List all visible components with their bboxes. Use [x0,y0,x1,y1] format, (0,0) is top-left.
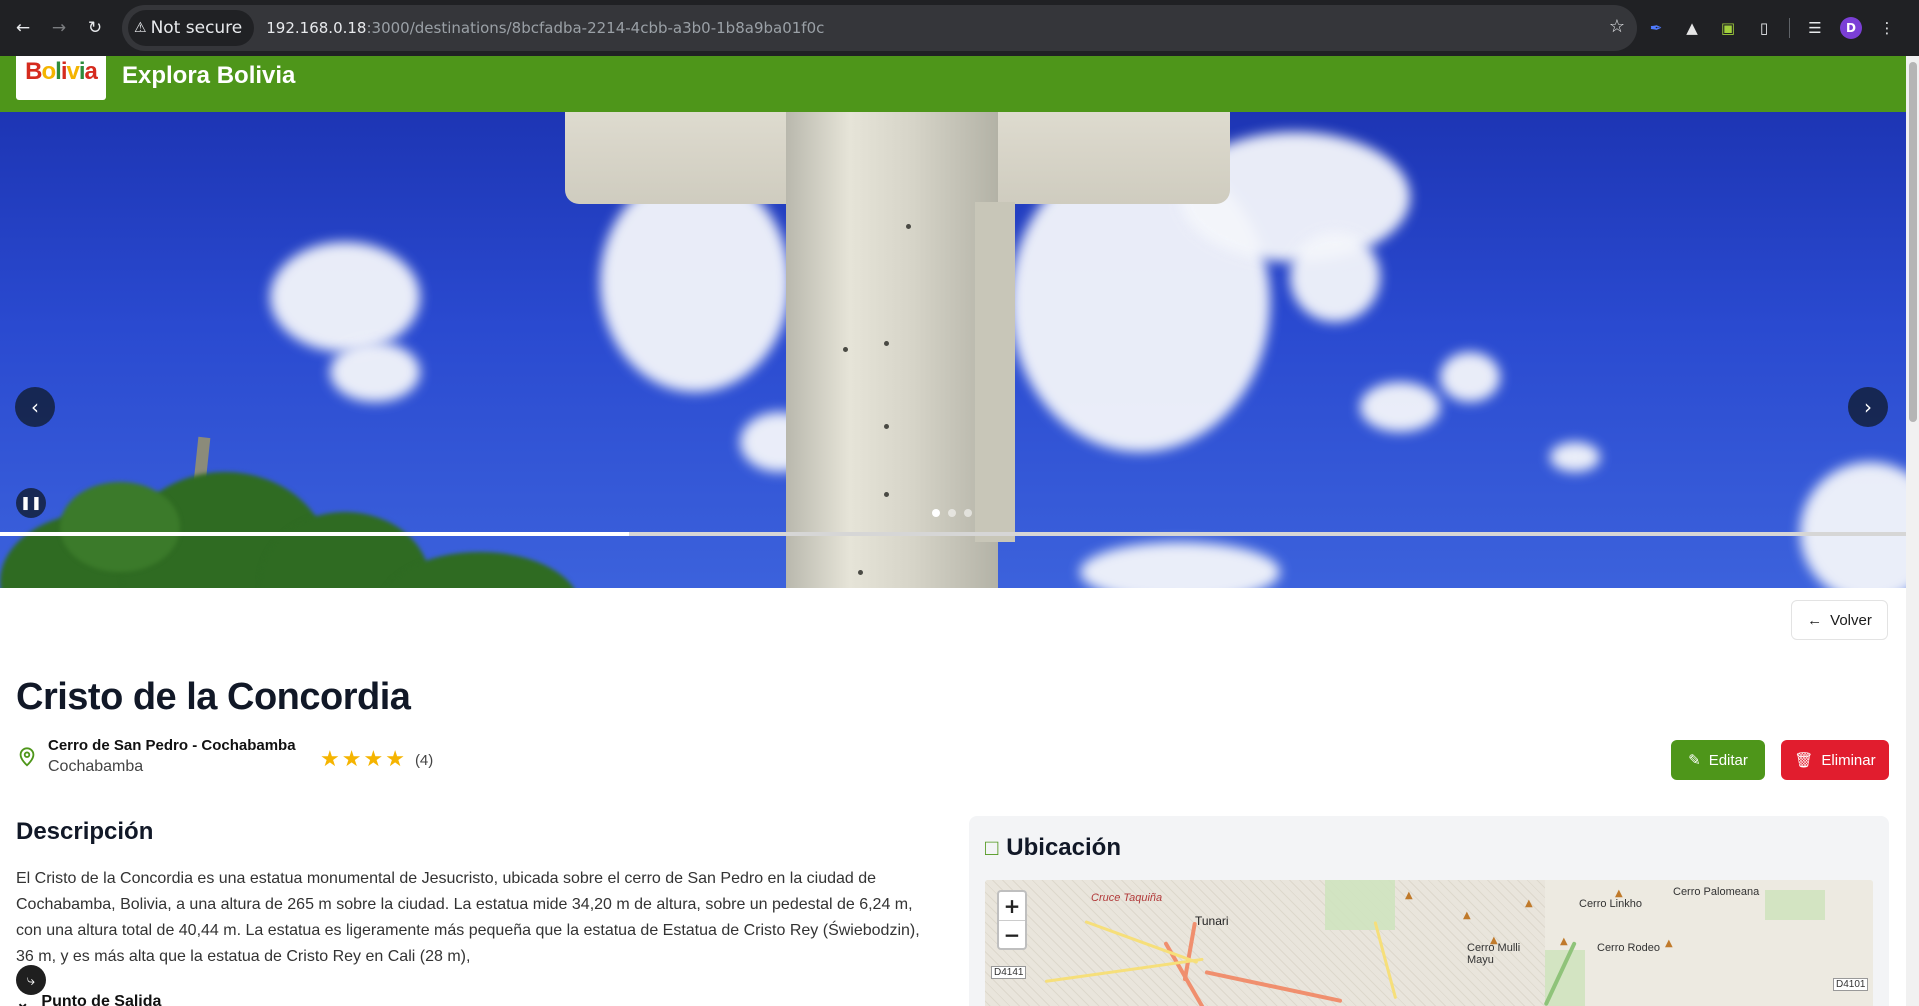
map-pin-icon [19,746,35,766]
location-card-title: □ Ubicación [985,834,1121,862]
map-zoom-control: + − [997,890,1027,950]
menu-kebab-icon[interactable]: ⋮ [1876,17,1898,39]
security-chip[interactable]: ⚠ Not secure [128,10,255,46]
puzzle-extensions-icon[interactable]: ▯ [1753,17,1775,39]
edit-icon: ✎ [1688,752,1701,769]
bolivia-logo[interactable]: Bolivia [16,56,106,100]
lightning-icon: ⤷ [26,971,36,989]
page-title: Cristo de la Concordia [16,676,411,718]
arrow-left-icon: ← [1807,611,1823,629]
browser-toolbar: ← → ↻ ⚠ Not secure 192.168.0.18:3000/des… [0,0,1919,56]
media-control-icon[interactable]: ☰ [1804,17,1826,39]
carousel-prev-button[interactable]: ‹ [15,387,55,427]
chevron-right-icon: › [1864,395,1872,419]
carousel-dot-2[interactable] [948,509,956,517]
site-title[interactable]: Explora Bolivia [122,62,295,90]
rating-count: (4) [414,751,434,769]
star-icon: ★ [320,747,340,772]
carousel-dot-3[interactable] [964,509,972,517]
carousel-pause-button[interactable]: ❚❚ [16,488,46,518]
map-label-linkho: Cerro Linkho [1579,898,1642,910]
map-label-tunari: Tunari [1195,914,1229,928]
location-place: Cerro de San Pedro - Cochabamba [48,737,296,754]
location-texts: Cerro de San Pedro - Cochabamba Cochabam… [48,737,296,776]
forward-nav-icon[interactable]: → [46,15,72,41]
rating: ★ ★ ★ ★ (4) [320,749,433,771]
star-icon: ★ [341,747,362,772]
description-text: El Cristo de la Concordia es una estatua… [16,870,920,965]
url-host: 192.168.0.18 [266,19,367,37]
edit-button[interactable]: ✎ Editar [1671,740,1765,780]
location-map[interactable]: Cruce Taquiña Tunari Cerro Linkho Cerro … [985,880,1873,1006]
carousel-dots [932,509,972,517]
map-label-rodeo: Cerro Rodeo [1597,942,1660,954]
scrollbar-thumb[interactable] [1909,62,1917,422]
location-card: □ Ubicación Cruce Taquiña Tunari Cerro L… [969,816,1889,1006]
zoom-in-button[interactable]: + [999,892,1025,920]
chevron-icon: ⌄ [16,995,30,1006]
star-icon: ★ [385,747,405,772]
map-road-tag-right: D4101 [1833,978,1869,991]
back-button[interactable]: ← Volver [1791,600,1888,640]
description-title: Descripción [16,818,154,845]
trash-icon: 🗑 [1794,752,1814,769]
map-urban-area [985,880,1545,1006]
warning-icon: ⚠ [134,20,147,36]
toolbar-divider [1789,18,1790,38]
back-button-label: Volver [1830,611,1872,629]
departure-label: Punto de Salida [41,993,162,1006]
carousel-dot-1[interactable] [932,509,940,517]
carousel-progress-fill [0,532,629,536]
carousel-progress [0,532,1906,536]
pause-icon: ❚❚ [20,495,42,511]
zoom-out-button[interactable]: − [999,920,1025,948]
delete-button-label: Eliminar [1821,751,1876,769]
site-header: Bolivia Explora Bolivia [0,56,1906,112]
incognito-extension-icon[interactable]: ▲ [1681,17,1703,39]
map-road-tag-left: D4141 [991,966,1027,979]
location-row: Cerro de San Pedro - Cochabamba Cochabam… [16,737,296,776]
map-icon: □ [985,835,999,860]
profile-avatar[interactable]: D [1840,17,1862,39]
pen-extension-icon[interactable]: ✒ [1645,17,1667,39]
page-scrollbar[interactable] [1906,56,1919,1006]
location-city: Cochabamba [48,758,144,775]
page-viewport: Bolivia Explora Bolivia ‹ › ❚❚ ← Volver … [0,56,1906,1006]
star-icon: ★ [363,747,384,772]
location-card-title-text: Ubicación [1006,834,1121,861]
url-text[interactable]: 192.168.0.18:3000/destinations/8bcfadba-… [266,19,824,37]
bookmark-star-icon[interactable]: ☆ [1609,16,1625,37]
departure-section: ⌄ Punto de Salida [16,993,161,1006]
address-bar[interactable]: ⚠ Not secure 192.168.0.18:3000/destinati… [122,5,1637,51]
reload-icon[interactable]: ↻ [82,15,108,41]
map-label-cruce: Cruce Taquiña [1091,892,1163,904]
url-path: :3000/destinations/8bcfadba-2214-4cbb-a3… [366,19,825,37]
back-nav-icon[interactable]: ← [10,15,36,41]
chevron-left-icon: ‹ [31,395,39,419]
delete-button[interactable]: 🗑 Eliminar [1781,740,1889,780]
sheet-extension-icon[interactable]: ▣ [1717,17,1739,39]
extensions-area: ✒ ▲ ▣ ▯ ☰ D ⋮ [1645,10,1898,46]
security-label: Not secure [150,18,243,38]
map-label-palomeana: Cerro Palomeana [1673,886,1760,898]
edit-button-label: Editar [1708,751,1748,769]
carousel-next-button[interactable]: › [1848,387,1888,427]
floating-bolt-button[interactable]: ⤷ [16,965,46,995]
